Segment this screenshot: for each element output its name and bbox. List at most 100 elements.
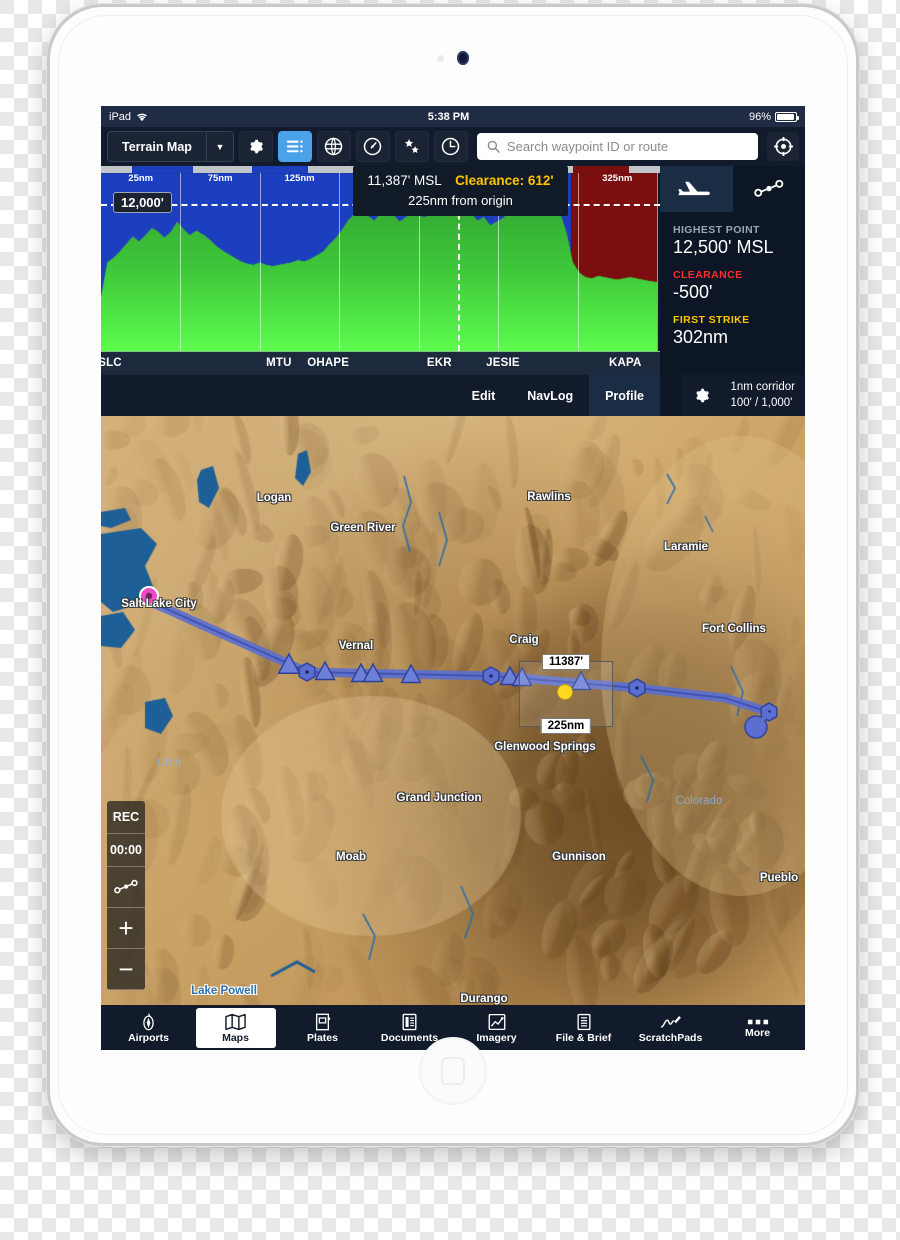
search-icon xyxy=(487,140,500,153)
tick-segment xyxy=(131,166,194,173)
battery-percent: 96% xyxy=(748,110,771,123)
device-name: iPad xyxy=(109,110,132,123)
route-button[interactable] xyxy=(107,867,145,908)
weather-button[interactable] xyxy=(316,131,351,162)
tab-maps-label: Maps xyxy=(222,1031,249,1044)
navlog-button[interactable]: NavLog xyxy=(511,375,589,416)
search-input[interactable]: Search waypoint ID or route xyxy=(476,133,758,160)
profile-stats-panel: HIGHEST POINT 12,500' MSL CLEARANCE -500… xyxy=(660,166,805,416)
battery-icon xyxy=(775,111,799,122)
layers-button[interactable] xyxy=(277,131,312,162)
tab-file-brief[interactable]: File & Brief xyxy=(544,1008,624,1048)
profile-callout: 11,387' MSL Clearance: 612' 225nm from o… xyxy=(353,166,568,216)
tab-scratchpads-label: ScratchPads xyxy=(638,1031,703,1044)
tab-documents-label: Documents xyxy=(380,1031,439,1044)
highest-point-value: 12,500' MSL xyxy=(673,237,774,257)
profile-button[interactable]: Profile xyxy=(589,375,660,416)
highest-point-label: HIGHEST POINT xyxy=(673,224,760,236)
callout-altitude: 11,387' MSL xyxy=(367,173,442,188)
map-label: Glenwood Springs xyxy=(494,741,596,753)
tab-maps[interactable]: Maps xyxy=(195,1008,276,1048)
tick-segment xyxy=(251,166,308,173)
zoom-in-button[interactable]: + xyxy=(107,908,145,949)
pen-scribble-icon xyxy=(660,1013,682,1031)
map-label: Fort Collins xyxy=(702,623,766,635)
tab-plates[interactable]: Plates xyxy=(283,1008,363,1048)
profile-bottom-bar: Edit NavLog Profile xyxy=(101,375,660,416)
ambient-light-sensor xyxy=(437,54,444,62)
zoom-out-button[interactable]: − xyxy=(107,949,145,990)
map-label: Laramie xyxy=(663,541,709,553)
favorites-button[interactable] xyxy=(394,131,429,162)
ipad-screen: iPad 5:38 PM 96% Terrain Map ▼ Search wa… xyxy=(101,106,805,1050)
record-timer[interactable]: 00:00 xyxy=(107,834,145,867)
crosshair-target-icon[interactable] xyxy=(767,132,799,161)
settings-button[interactable] xyxy=(238,131,273,162)
chart-line-icon xyxy=(488,1013,506,1031)
map-label: Pueblo xyxy=(759,872,799,884)
waypoint-label-bar: KSLC MTU OHAPE EKR JESIE KAPA xyxy=(101,351,660,376)
tick-segment xyxy=(193,166,252,173)
tab-more[interactable]: More xyxy=(718,1008,798,1048)
first-strike-value: 302nm xyxy=(673,327,729,347)
status-left: iPad xyxy=(109,111,148,123)
profile-aircraft-tab[interactable] xyxy=(660,166,733,212)
tab-scratchpads[interactable]: ScratchPads xyxy=(631,1008,711,1048)
profile-waypoint-label[interactable]: OHAPE xyxy=(307,357,349,369)
profile-route-tab[interactable] xyxy=(733,166,806,212)
map-label: Grand Junction xyxy=(396,792,482,804)
tab-plates-label: Plates xyxy=(307,1031,338,1044)
map-label: Rawlins xyxy=(527,491,571,503)
profile-waypoint-label[interactable]: JESIE xyxy=(486,357,520,369)
clearance-value: -500' xyxy=(673,282,713,302)
profile-waypoint-label[interactable]: KAPA xyxy=(609,357,642,369)
tab-file-brief-label: File & Brief xyxy=(555,1031,612,1044)
terrain-profile-panel: 25nm 75nm 125nm 325nm 12,000' 11,387' MSL C… xyxy=(101,166,805,416)
chevron-down-icon[interactable]: ▼ xyxy=(205,132,233,161)
stat-clearance: CLEARANCE -500' xyxy=(673,269,805,303)
profile-waypoint-label[interactable]: KSLC xyxy=(101,357,122,369)
profile-waypoint-label[interactable]: EKR xyxy=(427,357,452,369)
profile-settings-button[interactable] xyxy=(681,375,723,416)
callout-distance: 225nm from origin xyxy=(408,193,513,208)
tab-airports-label: Airports xyxy=(128,1031,169,1044)
map-label: Green River xyxy=(330,522,396,534)
instruments-button[interactable] xyxy=(355,131,390,162)
chart-gridline xyxy=(577,173,579,351)
route-elevation-callout: 11387' 225nm xyxy=(519,654,613,734)
map-label: Logan xyxy=(256,492,292,504)
document-icon xyxy=(401,1013,418,1031)
distance-tick-label: 325nm xyxy=(602,173,633,184)
callout-clearance: Clearance: 612' xyxy=(455,173,554,188)
terrain-profile-chart[interactable]: 25nm 75nm 125nm 325nm 12,000' 11,387' MSL C… xyxy=(101,166,660,351)
chart-gridline xyxy=(657,173,658,351)
profile-view-tabs xyxy=(660,166,805,212)
corridor-settings[interactable]: 1nm corridor 100' / 1,000' xyxy=(722,375,805,416)
tab-airports[interactable]: Airports xyxy=(109,1008,189,1048)
map-toolbar: Terrain Map ▼ Search waypoint ID or rout… xyxy=(101,127,805,166)
ios-status-bar: iPad 5:38 PM 96% xyxy=(101,106,805,127)
map-controls: REC 00:00 + − xyxy=(107,801,145,990)
profile-settings-group: 1nm corridor 100' / 1,000' xyxy=(681,375,805,416)
tick-segment xyxy=(101,166,132,173)
terrain-map[interactable]: Logan Green River Rawlins Laramie Salt Lake … xyxy=(101,416,805,1005)
clearance-label: CLEARANCE xyxy=(673,269,743,281)
tick-segment xyxy=(629,166,660,173)
map-layer-label: Terrain Map xyxy=(122,139,192,154)
time-button[interactable] xyxy=(433,131,468,162)
corridor-buffer: 100' / 1,000' xyxy=(730,396,793,409)
corridor-width: 1nm corridor xyxy=(730,380,795,393)
map-label: Durango xyxy=(460,993,508,1005)
profile-waypoint-label[interactable]: MTU xyxy=(266,357,292,369)
profile-statistics: HIGHEST POINT 12,500' MSL CLEARANCE -500… xyxy=(660,212,805,359)
edit-button[interactable]: Edit xyxy=(456,375,512,416)
chart-gridline xyxy=(259,173,261,351)
first-strike-label: FIRST STRIKE xyxy=(673,314,750,326)
waypoint-center-dot xyxy=(635,686,639,690)
record-button[interactable]: REC xyxy=(107,801,145,834)
ellipsis-icon xyxy=(747,1018,769,1026)
tab-more-label: More xyxy=(744,1026,771,1039)
home-button[interactable] xyxy=(419,1037,487,1105)
map-layer-selector[interactable]: Terrain Map ▼ xyxy=(107,131,234,162)
chart-gridline xyxy=(339,173,341,351)
